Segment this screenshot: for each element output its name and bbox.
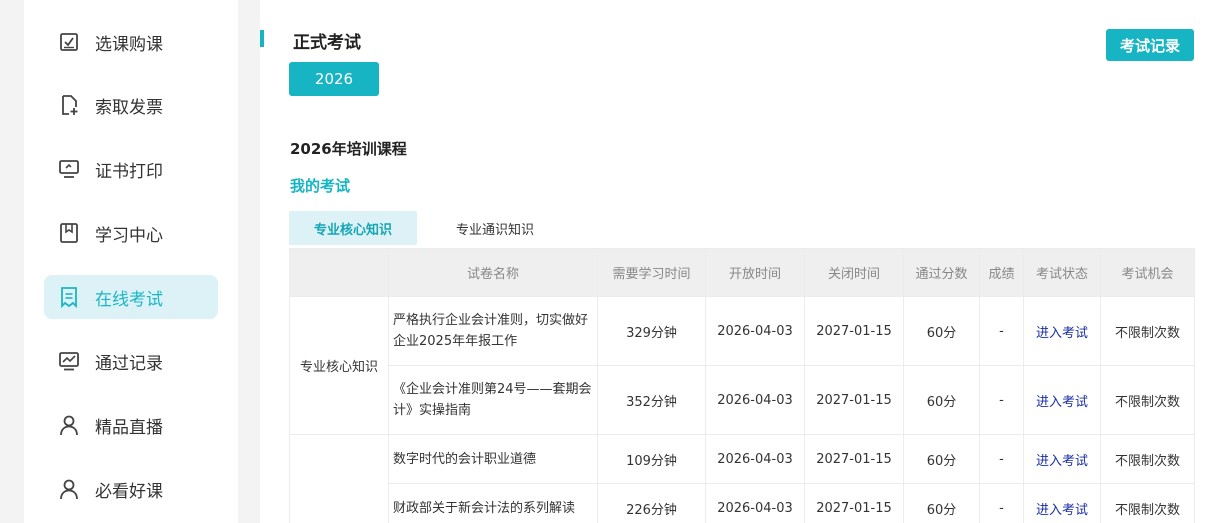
pass-score-cell: 60分 <box>903 434 980 484</box>
chance-cell: 不限制次数 <box>1100 296 1195 366</box>
close-time-cell: 2027-01-15 <box>804 483 904 523</box>
enter-exam-link[interactable]: 进入考试 <box>1023 483 1101 523</box>
header-cell: 开放时间 <box>705 248 805 297</box>
header-cell: 通过分数 <box>903 248 980 297</box>
header-cell: 考试机会 <box>1100 248 1195 297</box>
tab-core-knowledge[interactable]: 专业核心知识 <box>289 211 417 245</box>
table-row: 数字时代的会计职业道德 109分钟 2026-04-03 2027-01-15 … <box>289 434 1195 523</box>
exam-name-cell: 数字时代的会计职业道德 <box>388 434 598 484</box>
my-exam-heading: 我的考试 <box>290 177 351 195</box>
enter-exam-link[interactable]: 进入考试 <box>1023 365 1101 435</box>
sidebar-item-label: 精品直播 <box>95 417 163 438</box>
exam-doc-icon <box>58 286 80 308</box>
table-header-row: 试卷名称 需要学习时间 开放时间 关闭时间 通过分数 成绩 考试状态 考试机会 <box>289 248 1195 297</box>
group-cell <box>289 434 389 523</box>
header-cell: 考试状态 <box>1023 248 1101 297</box>
main-panel: 正式考试 考试记录 2026 2026年培训课程 我的考试 专业核心知识 专业通… <box>260 0 1228 523</box>
score-cell: - <box>979 365 1024 435</box>
close-time-cell: 2027-01-15 <box>804 434 904 484</box>
page-title: 正式考试 <box>293 33 361 53</box>
sidebar-item-invoice[interactable]: 索取发票 <box>44 83 218 127</box>
sidebar-item-study-center[interactable]: 学习中心 <box>44 211 218 255</box>
exam-name-cell: 严格执行企业会计准则，切实做好企业2025年年报工作 <box>388 296 598 366</box>
monitor-icon <box>58 158 80 180</box>
sidebar-item-course-purchase[interactable]: 选课购课 <box>44 20 218 64</box>
section-title: 2026年培训课程 <box>290 140 407 158</box>
enter-exam-link[interactable]: 进入考试 <box>1023 434 1101 484</box>
score-cell: - <box>979 434 1024 484</box>
sidebar-item-label: 证书打印 <box>95 161 163 182</box>
sidebar-item-pass-record[interactable]: 通过记录 <box>44 339 218 383</box>
header-cell: 试卷名称 <box>388 248 598 297</box>
header-cell: 关闭时间 <box>804 248 904 297</box>
title-accent-bar <box>260 30 264 47</box>
study-time-cell: 329分钟 <box>597 296 706 366</box>
sidebar-item-online-exam[interactable]: 在线考试 <box>44 275 218 319</box>
sidebar-item-must-watch[interactable]: 必看好课 <box>44 467 218 511</box>
exam-record-button[interactable]: 考试记录 <box>1106 29 1194 61</box>
checkbox-icon <box>58 31 80 53</box>
sidebar-item-label: 在线考试 <box>95 289 163 310</box>
year-button[interactable]: 2026 <box>289 62 379 96</box>
user-icon <box>58 478 80 500</box>
sidebar-item-live[interactable]: 精品直播 <box>44 403 218 447</box>
exam-table: 试卷名称 需要学习时间 开放时间 关闭时间 通过分数 成绩 考试状态 考试机会 … <box>289 248 1195 523</box>
close-time-cell: 2027-01-15 <box>804 365 904 435</box>
sidebar-item-certificate[interactable]: 证书打印 <box>44 147 218 191</box>
close-time-cell: 2027-01-15 <box>804 296 904 366</box>
open-time-cell: 2026-04-03 <box>705 365 805 435</box>
open-time-cell: 2026-04-03 <box>705 483 805 523</box>
table-row: 专业核心知识 严格执行企业会计准则，切实做好企业2025年年报工作 329分钟 … <box>289 296 1195 435</box>
header-cell: 需要学习时间 <box>597 248 706 297</box>
sidebar-item-label: 选课购课 <box>95 34 163 55</box>
sidebar: 选课购课 索取发票 证书打印 学习中心 在线考试 通过记录 精品直播 必看好课 <box>24 0 238 523</box>
sidebar-item-label: 通过记录 <box>95 353 163 374</box>
pass-score-cell: 60分 <box>903 483 980 523</box>
exam-name-cell: 《企业会计准则第24号——套期会计》实操指南 <box>388 365 598 435</box>
study-time-cell: 352分钟 <box>597 365 706 435</box>
bookmark-icon <box>58 222 80 244</box>
sidebar-item-label: 索取发票 <box>95 97 163 118</box>
score-cell: - <box>979 483 1024 523</box>
invoice-add-icon <box>58 94 80 116</box>
chance-cell: 不限制次数 <box>1100 483 1195 523</box>
sidebar-item-label: 学习中心 <box>95 225 163 246</box>
exam-name-cell: 财政部关于新会计法的系列解读 <box>388 483 598 523</box>
enter-exam-link[interactable]: 进入考试 <box>1023 296 1101 366</box>
group-cell: 专业核心知识 <box>289 296 389 435</box>
chance-cell: 不限制次数 <box>1100 434 1195 484</box>
header-cell: 成绩 <box>979 248 1024 297</box>
tab-general-knowledge[interactable]: 专业通识知识 <box>430 211 560 245</box>
pass-score-cell: 60分 <box>903 296 980 366</box>
open-time-cell: 2026-04-03 <box>705 296 805 366</box>
pass-score-cell: 60分 <box>903 365 980 435</box>
table-row: 《企业会计准则第24号——套期会计》实操指南 352分钟 2026-04-03 … <box>290 365 1195 435</box>
header-cell <box>289 248 389 297</box>
user-icon <box>58 414 80 436</box>
score-cell: - <box>979 296 1024 366</box>
study-time-cell: 226分钟 <box>597 483 706 523</box>
study-time-cell: 109分钟 <box>597 434 706 484</box>
open-time-cell: 2026-04-03 <box>705 434 805 484</box>
chance-cell: 不限制次数 <box>1100 365 1195 435</box>
chart-icon <box>58 350 80 372</box>
table-row: 财政部关于新会计法的系列解读 226分钟 2026-04-03 2027-01-… <box>290 483 1195 523</box>
sidebar-item-label: 必看好课 <box>95 481 163 502</box>
